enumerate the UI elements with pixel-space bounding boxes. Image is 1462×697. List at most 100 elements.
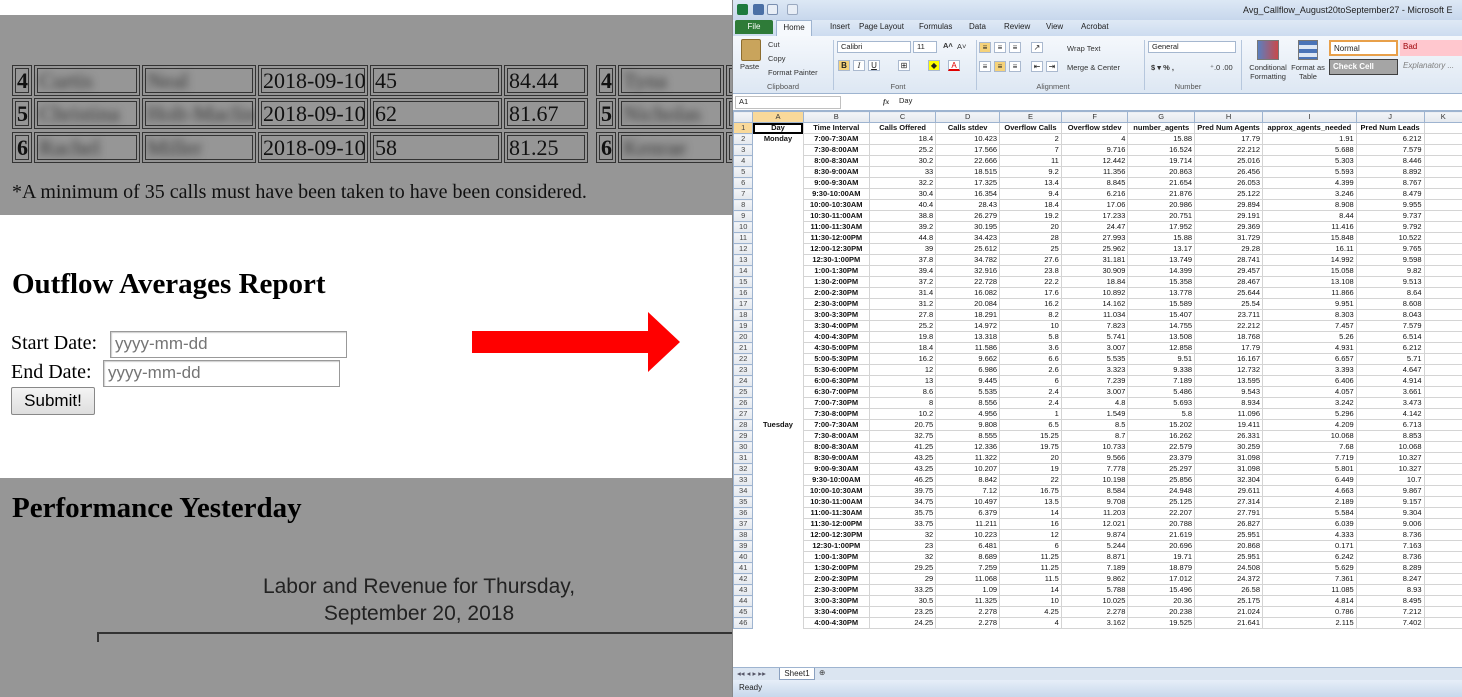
- data-cell[interactable]: 18.768: [1194, 331, 1264, 343]
- row-number[interactable]: 35: [733, 496, 754, 508]
- sheet-table[interactable]: A B C D E F G H I J K 1 Day Time Interval Calls Offere…: [733, 111, 1462, 629]
- data-cell[interactable]: 9.445: [935, 375, 1001, 387]
- empty-cell[interactable]: [1423, 595, 1462, 607]
- data-cell[interactable]: 1.91: [1262, 133, 1357, 145]
- column-header[interactable]: C: [869, 111, 937, 123]
- row-number[interactable]: 19: [733, 320, 754, 332]
- data-cell[interactable]: 20.868: [1194, 540, 1264, 552]
- data-cell[interactable]: [752, 155, 804, 167]
- data-cell[interactable]: 22.212: [1194, 144, 1264, 156]
- data-cell[interactable]: 8.736: [1355, 551, 1425, 563]
- empty-cell[interactable]: [1423, 584, 1462, 596]
- column-title-cell[interactable]: Pred Num Leads: [1355, 122, 1425, 134]
- underline-icon[interactable]: U: [868, 60, 880, 71]
- row-number[interactable]: 29: [733, 430, 754, 442]
- data-cell[interactable]: 13.749: [1127, 254, 1196, 266]
- data-cell[interactable]: 6.212: [1355, 133, 1425, 145]
- data-cell[interactable]: 10.198: [1060, 474, 1129, 486]
- data-cell[interactable]: 5.629: [1262, 562, 1357, 574]
- tab-page-layout[interactable]: Page Layout: [859, 22, 904, 31]
- data-cell[interactable]: 8.892: [1355, 166, 1425, 178]
- data-cell[interactable]: 29.611: [1194, 485, 1264, 497]
- data-cell[interactable]: 7.212: [1355, 606, 1425, 618]
- data-cell[interactable]: 31.098: [1194, 463, 1264, 475]
- data-cell[interactable]: 11.096: [1194, 408, 1264, 420]
- data-cell[interactable]: 16.354: [935, 188, 1001, 200]
- data-cell[interactable]: 3.393: [1262, 364, 1357, 376]
- data-cell[interactable]: 21.024: [1194, 606, 1264, 618]
- data-cell[interactable]: 4.399: [1262, 177, 1357, 189]
- data-cell[interactable]: 5.741: [1060, 331, 1129, 343]
- align-right-icon[interactable]: ≡: [1009, 61, 1021, 72]
- data-cell[interactable]: [752, 463, 804, 475]
- data-cell[interactable]: 12.732: [1194, 364, 1264, 376]
- data-cell[interactable]: 9.513: [1355, 276, 1425, 288]
- data-cell[interactable]: [752, 144, 804, 156]
- data-cell[interactable]: 29.28: [1194, 243, 1264, 255]
- data-cell[interactable]: 11.322: [935, 452, 1001, 464]
- data-cell[interactable]: 17.566: [935, 144, 1001, 156]
- data-cell[interactable]: 3.323: [1060, 364, 1129, 376]
- data-cell[interactable]: 26.331: [1194, 430, 1264, 442]
- data-cell[interactable]: 27.6: [999, 254, 1062, 266]
- data-cell[interactable]: 6.481: [935, 540, 1001, 552]
- row-number[interactable]: 36: [733, 507, 754, 519]
- data-cell[interactable]: 10:00-10:30AM: [802, 199, 871, 211]
- data-cell[interactable]: 5.593: [1262, 166, 1357, 178]
- style-explanatory[interactable]: Explanatory ...: [1400, 59, 1462, 75]
- data-cell[interactable]: 11.25: [999, 562, 1062, 574]
- data-cell[interactable]: 10.327: [1355, 463, 1425, 475]
- data-cell[interactable]: [752, 518, 804, 530]
- row-number[interactable]: 3: [733, 144, 754, 156]
- data-cell[interactable]: 10:00-10:30AM: [802, 485, 871, 497]
- data-cell[interactable]: 6.449: [1262, 474, 1357, 486]
- row-number[interactable]: 43: [733, 584, 754, 596]
- data-cell[interactable]: 39.2: [869, 221, 937, 233]
- data-cell[interactable]: 12: [999, 529, 1062, 541]
- data-cell[interactable]: 25.016: [1194, 155, 1264, 167]
- column-header[interactable]: B: [802, 111, 871, 123]
- empty-cell[interactable]: [1423, 419, 1462, 431]
- data-cell[interactable]: [752, 573, 804, 585]
- data-cell[interactable]: 3.246: [1262, 188, 1357, 200]
- data-cell[interactable]: 5.8: [999, 331, 1062, 343]
- data-cell[interactable]: 0.786: [1262, 606, 1357, 618]
- data-cell[interactable]: 17.233: [1060, 210, 1129, 222]
- data-cell[interactable]: 5.486: [1127, 386, 1196, 398]
- data-cell[interactable]: 32.916: [935, 265, 1001, 277]
- row-number[interactable]: 33: [733, 474, 754, 486]
- data-cell[interactable]: 39.75: [869, 485, 937, 497]
- data-cell[interactable]: 8.303: [1262, 309, 1357, 321]
- empty-cell[interactable]: [1423, 254, 1462, 266]
- font-size-combo[interactable]: 11: [913, 41, 937, 53]
- data-cell[interactable]: 13.318: [935, 331, 1001, 343]
- row-number[interactable]: 6: [733, 177, 754, 189]
- data-cell[interactable]: 7.719: [1262, 452, 1357, 464]
- data-cell[interactable]: [752, 254, 804, 266]
- data-cell[interactable]: 34.782: [935, 254, 1001, 266]
- data-cell[interactable]: 15.88: [1127, 232, 1196, 244]
- data-cell[interactable]: 10.892: [1060, 287, 1129, 299]
- row-number[interactable]: 38: [733, 529, 754, 541]
- empty-cell[interactable]: [1423, 166, 1462, 178]
- data-cell[interactable]: 1: [999, 408, 1062, 420]
- data-cell[interactable]: 18.515: [935, 166, 1001, 178]
- data-cell[interactable]: 8.853: [1355, 430, 1425, 442]
- data-cell[interactable]: 8.495: [1355, 595, 1425, 607]
- data-cell[interactable]: 9.4: [999, 188, 1062, 200]
- data-cell[interactable]: 30.2: [869, 155, 937, 167]
- spreadsheet-grid[interactable]: A B C D E F G H I J K 1 Day Time Interval Calls Offere…: [733, 111, 1462, 667]
- data-cell[interactable]: 43.25: [869, 463, 937, 475]
- data-cell[interactable]: 20.788: [1127, 518, 1196, 530]
- data-cell[interactable]: 6.242: [1262, 551, 1357, 563]
- number-format-combo[interactable]: General: [1148, 41, 1236, 53]
- row-number[interactable]: 22: [733, 353, 754, 365]
- data-cell[interactable]: 11.416: [1262, 221, 1357, 233]
- data-cell[interactable]: 4: [1060, 133, 1129, 145]
- data-cell[interactable]: 13.778: [1127, 287, 1196, 299]
- data-cell[interactable]: [752, 353, 804, 365]
- data-cell[interactable]: 26.456: [1194, 166, 1264, 178]
- data-cell[interactable]: 20.751: [1127, 210, 1196, 222]
- empty-cell[interactable]: [1423, 221, 1462, 233]
- data-cell[interactable]: 7.579: [1355, 320, 1425, 332]
